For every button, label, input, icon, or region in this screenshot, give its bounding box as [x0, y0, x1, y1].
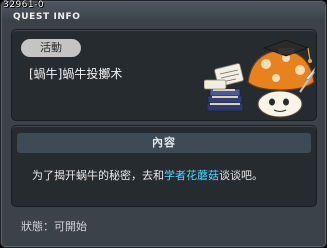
quest-content-panel: 內容 为了揭开蜗牛的秘密，去和学者花蘑菇谈谈吧。 — [11, 125, 317, 207]
npc-name-link[interactable]: 学者花蘑菇 — [164, 169, 219, 182]
scroll-icon — [204, 63, 244, 90]
title-bar[interactable]: QUEST INFO — [2, 2, 325, 22]
quest-description: 为了揭开蜗牛的秘密，去和学者花蘑菇谈谈吧。 — [32, 169, 263, 183]
window-title: QUEST INFO — [13, 12, 81, 22]
book-stack-icon — [206, 88, 244, 112]
category-badge: 活動 — [21, 39, 81, 57]
quest-summary-panel: 活動 [蝸牛]蝸牛投擲术 — [11, 29, 317, 121]
quest-status: 狀態：可開始 — [21, 220, 87, 233]
content-section-header: 內容 — [17, 133, 311, 153]
mushroom-scholar-icon — [204, 39, 316, 118]
quest-name: [蝸牛]蝸牛投擲术 — [29, 67, 123, 81]
description-text-after: 谈谈吧。 — [219, 169, 263, 182]
quest-info-window: QUEST INFO 32961-0 活動 [蝸牛]蝸牛投擲术 內容 为了揭开蜗… — [0, 0, 327, 248]
description-text-before: 为了揭开蜗牛的秘密，去和 — [32, 169, 164, 182]
quest-id-label: 32961-0 — [3, 0, 45, 10]
